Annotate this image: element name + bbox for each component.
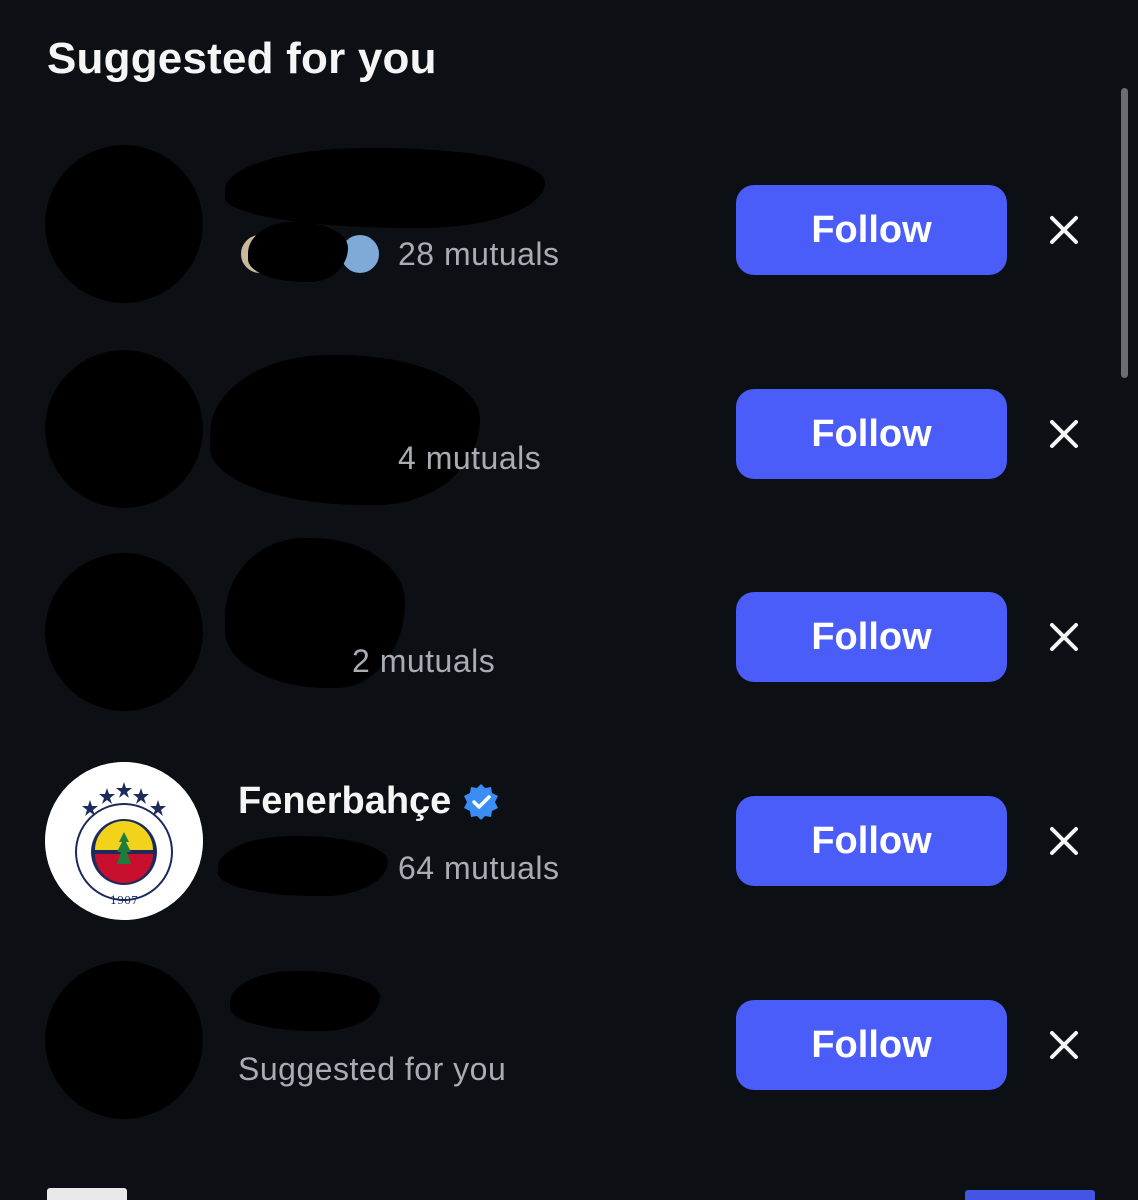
crest-year: 1907 (110, 894, 138, 907)
page-title: Suggested for you (47, 34, 437, 83)
mutual-avatars (238, 222, 388, 282)
club-crest-icon: 1907 (45, 762, 203, 920)
follow-button[interactable]: Follow (736, 796, 1007, 886)
redacted-name (210, 355, 480, 505)
suggestion-row: Suggested for you Follow (0, 956, 1138, 1136)
verified-badge-icon (464, 783, 499, 820)
avatar[interactable] (45, 145, 203, 303)
close-icon[interactable] (1044, 821, 1084, 861)
mutuals-line: 28 mutuals (238, 222, 560, 282)
mutuals-line: 4 mutuals (398, 440, 541, 477)
see-all-link[interactable] (965, 1190, 1095, 1200)
suggestion-row: 2 mutuals Follow (0, 538, 1138, 728)
account-name: Fenerbahçe (238, 780, 501, 823)
suggestion-row: 4 mutuals Follow (0, 345, 1138, 525)
redacted-name (225, 148, 545, 228)
close-icon[interactable] (1044, 1025, 1084, 1065)
avatar[interactable] (45, 553, 203, 711)
close-icon[interactable] (1044, 210, 1084, 250)
suggested-label: Suggested for you (238, 1051, 507, 1087)
follow-button[interactable]: Follow (736, 1000, 1007, 1090)
follow-button[interactable]: Follow (736, 185, 1007, 275)
mutuals-count: 2 mutuals (352, 643, 496, 679)
account-name-text: Fenerbahçe (238, 780, 452, 822)
mutuals-line: 2 mutuals (352, 643, 495, 680)
mutuals-line: 64 mutuals (218, 836, 560, 896)
close-icon[interactable] (1044, 617, 1084, 657)
next-section-heading (47, 1188, 127, 1200)
redacted-name (230, 971, 380, 1031)
mutuals-count: 64 mutuals (398, 849, 560, 886)
follow-button[interactable]: Follow (736, 389, 1007, 479)
mutuals-count: 4 mutuals (398, 440, 542, 476)
avatar[interactable] (45, 961, 203, 1119)
mutuals-count: 28 mutuals (398, 235, 560, 272)
suggestion-row: 1907 Fenerbahçe 64 mutuals Follow (0, 752, 1138, 932)
mutual-avatars (218, 836, 388, 896)
subtitle-line: Suggested for you (238, 1051, 506, 1088)
avatar[interactable] (45, 350, 203, 508)
close-icon[interactable] (1044, 414, 1084, 454)
fenerbahce-logo-avatar[interactable]: 1907 (45, 762, 203, 920)
suggestion-row: 28 mutuals Follow (0, 140, 1138, 320)
follow-button[interactable]: Follow (736, 592, 1007, 682)
